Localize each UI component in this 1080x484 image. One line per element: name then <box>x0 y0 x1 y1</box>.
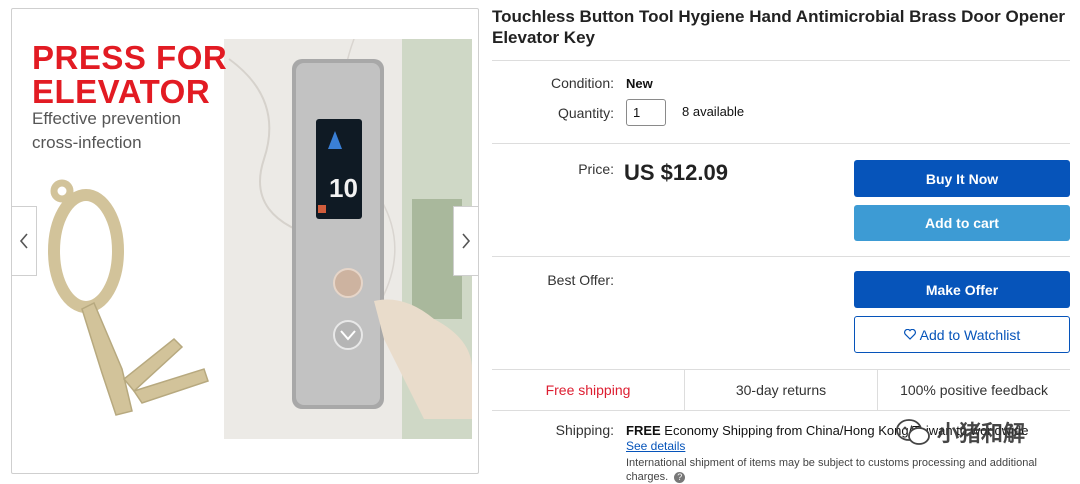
promo-headline-line1: PRESS FOR <box>32 39 228 76</box>
watchlist-label: Add to Watchlist <box>919 326 1021 343</box>
shipping-free: FREE <box>626 423 661 438</box>
gallery-prev-button[interactable] <box>12 206 37 276</box>
info-icon[interactable]: ? <box>674 471 686 483</box>
add-to-watchlist-button[interactable]: Add to Watchlist <box>854 316 1070 353</box>
elevator-floor-display: 10 <box>329 173 358 203</box>
add-to-cart-button[interactable]: Add to cart <box>854 205 1070 241</box>
make-offer-button[interactable]: Make Offer <box>854 271 1070 308</box>
price-label: Price: <box>578 161 614 177</box>
shipping-label: Shipping: <box>555 422 614 438</box>
wechat-icon <box>896 419 930 445</box>
best-offer-label: Best Offer: <box>547 272 614 288</box>
promo-subtitle-line2: cross-infection <box>32 133 142 152</box>
feature-returns: 30-day returns <box>684 370 877 410</box>
shipping-note: International shipment of items may be s… <box>626 456 1046 484</box>
chevron-left-icon <box>19 233 28 249</box>
chevron-right-icon <box>462 233 471 249</box>
wechat-watermark: 小猪和解 <box>895 416 1025 448</box>
feature-positive-feedback: 100% positive feedback <box>877 370 1070 410</box>
available-count: 8 available <box>682 104 745 119</box>
price-value: US $12.09 <box>624 160 728 185</box>
divider <box>492 143 1070 144</box>
feature-free-shipping: Free shipping <box>545 382 631 398</box>
feature-bar: Free shipping 30-day returns 100% positi… <box>492 369 1070 411</box>
see-details-link[interactable]: See details <box>626 439 685 453</box>
promo-headline-line2: ELEVATOR <box>32 73 211 110</box>
divider <box>492 256 1070 257</box>
quantity-label: Quantity: <box>557 105 614 121</box>
buy-it-now-button[interactable]: Buy It Now <box>854 160 1070 197</box>
condition-value: New <box>626 76 653 91</box>
product-image-gallery[interactable]: PRESS FOR ELEVATOR Effective prevention … <box>11 8 479 474</box>
product-title: Touchless Button Tool Hygiene Hand Antim… <box>492 7 1066 47</box>
divider <box>492 60 1070 61</box>
promo-subtitle-line1: Effective prevention <box>32 109 181 128</box>
shipping-note-text: International shipment of items may be s… <box>626 457 1037 483</box>
watermark-text: 小猪和解 <box>937 421 1026 446</box>
condition-label: Condition: <box>550 75 614 91</box>
heart-icon <box>903 329 916 340</box>
quantity-input[interactable] <box>626 99 666 126</box>
gallery-next-button[interactable] <box>453 206 478 276</box>
